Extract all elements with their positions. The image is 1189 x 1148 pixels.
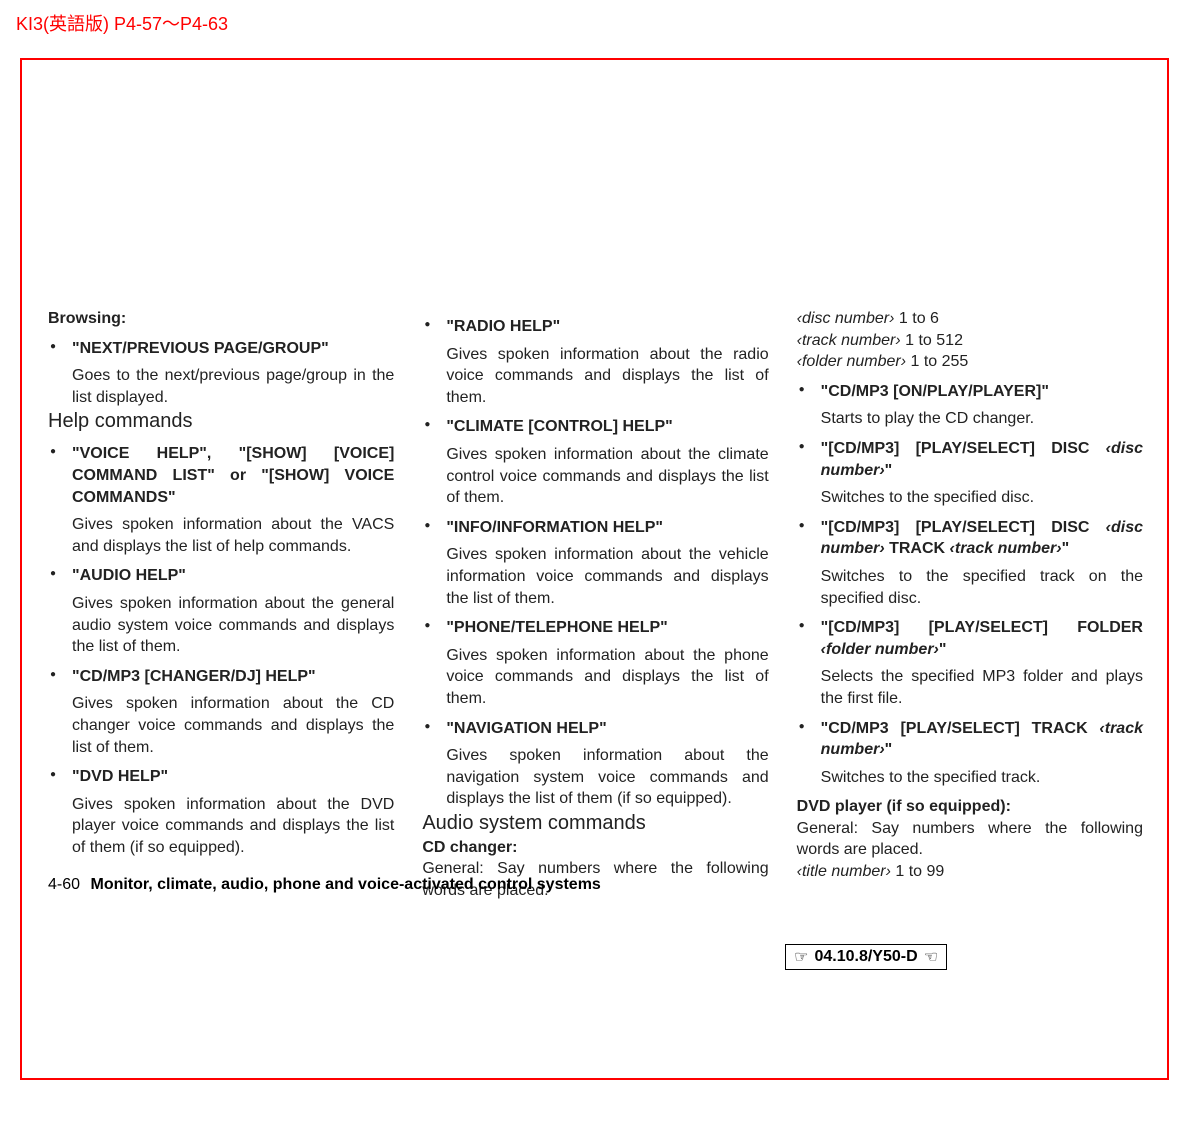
command-text: "[CD/MP3] [PLAY/SELECT] FOLDER ‹folder n… [821, 619, 1143, 658]
cmd-seg: " [939, 641, 947, 658]
page-footer: 4-60 Monitor, climate, audio, phone and … [48, 876, 601, 894]
page-number: 4-60 [48, 876, 80, 893]
cd-changer-heading: CD changer: [422, 837, 768, 859]
param-range: 1 to 512 [901, 332, 963, 349]
audio-commands-heading: Audio system commands [422, 810, 768, 837]
command-text: "AUDIO HELP" [72, 567, 186, 584]
cmd-seg: "[CD/MP3] [PLAY/SELECT] DISC [821, 519, 1106, 536]
column-1: Browsing: "NEXT/PREVIOUS PAGE/GROUP" Goe… [48, 308, 394, 902]
page-frame: Browsing: "NEXT/PREVIOUS PAGE/GROUP" Goe… [20, 58, 1169, 1080]
command-text: "VOICE HELP", "[SHOW] [VOICE] COMMAND LI… [72, 445, 394, 505]
stamp-text: 04.10.8/Y50-D [814, 948, 917, 966]
source-range-label: KI3(英語版) P4-57〜P4-63 [16, 10, 228, 36]
command-desc: Switches to the specified track. [821, 767, 1143, 789]
list-item: "DVD HELP" Gives spoken information abou… [48, 766, 394, 858]
command-desc: Switches to the specified track on the s… [821, 566, 1143, 609]
list-item: "[CD/MP3] [PLAY/SELECT] DISC ‹disc numbe… [797, 517, 1143, 609]
list-item: "VOICE HELP", "[SHOW] [VOICE] COMMAND LI… [48, 443, 394, 557]
list-item: "CD/MP3 [PLAY/SELECT] TRACK ‹track numbe… [797, 718, 1143, 789]
dvd-general-note: General: Say numbers where the following… [797, 818, 1143, 861]
date-code-stamp: ☞ 04.10.8/Y50-D ☜ [785, 944, 947, 970]
cmd-seg: "[CD/MP3] [PLAY/SELECT] DISC [821, 440, 1106, 457]
command-text: "PHONE/TELEPHONE HELP" [446, 619, 667, 636]
command-desc: Switches to the specified disc. [821, 487, 1143, 509]
list-item: "CD/MP3 [ON/PLAY/PLAYER]" Starts to play… [797, 381, 1143, 430]
command-desc: Starts to play the CD changer. [821, 408, 1143, 430]
list-item: "PHONE/TELEPHONE HELP" Gives spoken info… [422, 617, 768, 709]
command-desc: Gives spoken information about the DVD p… [72, 794, 394, 859]
list-item: "INFO/INFORMATION HELP" Gives spoken inf… [422, 517, 768, 609]
command-desc: Gives spoken information about the clima… [446, 444, 768, 509]
cmd-seg: "CD/MP3 [PLAY/SELECT] TRACK [821, 720, 1100, 737]
command-desc: Gives spoken information about the vehic… [446, 544, 768, 609]
command-text: "DVD HELP" [72, 768, 168, 785]
command-text: "[CD/MP3] [PLAY/SELECT] DISC ‹disc numbe… [821, 519, 1143, 558]
param-title: ‹title number› 1 to 99 [797, 861, 1143, 883]
command-text: "CD/MP3 [ON/PLAY/PLAYER]" [821, 383, 1049, 400]
help-commands-heading: Help commands [48, 408, 394, 435]
param-name: ‹folder number› [797, 353, 906, 370]
command-text: "[CD/MP3] [PLAY/SELECT] DISC ‹disc numbe… [821, 440, 1143, 479]
param-track: ‹track number› 1 to 512 [797, 330, 1143, 352]
command-text: "NEXT/PREVIOUS PAGE/GROUP" [72, 340, 329, 357]
column-2: "RADIO HELP" Gives spoken information ab… [422, 308, 768, 902]
content-columns: Browsing: "NEXT/PREVIOUS PAGE/GROUP" Goe… [48, 308, 1143, 902]
command-text: "CLIMATE [CONTROL] HELP" [446, 418, 672, 435]
list-item: "NAVIGATION HELP" Gives spoken informati… [422, 718, 768, 810]
command-desc: Gives spoken information about the phone… [446, 645, 768, 710]
list-item: "CD/MP3 [CHANGER/DJ] HELP" Gives spoken … [48, 666, 394, 758]
param-name: ‹track number› [797, 332, 901, 349]
param-range: 1 to 255 [906, 353, 968, 370]
hand-left-icon: ☜ [924, 947, 938, 967]
command-text: "CD/MP3 [CHANGER/DJ] HELP" [72, 668, 316, 685]
column-3: ‹disc number› 1 to 6 ‹track number› 1 to… [797, 308, 1143, 902]
param-disc: ‹disc number› 1 to 6 [797, 308, 1143, 330]
dvd-heading: DVD player (if so equipped): [797, 796, 1143, 818]
command-desc: Gives spoken information about the radio… [446, 344, 768, 409]
command-text: "RADIO HELP" [446, 318, 560, 335]
footer-title: Monitor, climate, audio, phone and voice… [90, 876, 600, 893]
list-item: "NEXT/PREVIOUS PAGE/GROUP" Goes to the n… [48, 338, 394, 409]
command-desc: Selects the specified MP3 folder and pla… [821, 666, 1143, 709]
cmd-seg: " [1062, 540, 1070, 557]
cmd-param: ‹folder number› [821, 641, 939, 658]
list-item: "CLIMATE [CONTROL] HELP" Gives spoken in… [422, 416, 768, 508]
param-name: ‹disc number› [797, 310, 895, 327]
list-item: "AUDIO HELP" Gives spoken information ab… [48, 565, 394, 657]
cmd-param: ‹track number› [950, 540, 1062, 557]
param-range: 1 to 6 [894, 310, 938, 327]
cmd-seg: "[CD/MP3] [PLAY/SELECT] FOLDER [821, 619, 1143, 636]
cmd-seg: " [885, 741, 893, 758]
command-desc: Gives spoken information about the CD ch… [72, 693, 394, 758]
list-item: "[CD/MP3] [PLAY/SELECT] FOLDER ‹folder n… [797, 617, 1143, 709]
command-text: "NAVIGATION HELP" [446, 720, 606, 737]
hand-right-icon: ☞ [794, 947, 808, 967]
command-desc: Gives spoken information about the VACS … [72, 514, 394, 557]
command-desc: Gives spoken information about the navig… [446, 745, 768, 810]
list-item: "[CD/MP3] [PLAY/SELECT] DISC ‹disc numbe… [797, 438, 1143, 509]
cmd-seg: TRACK [885, 540, 950, 557]
command-desc: Goes to the next/previous page/group in … [72, 365, 394, 408]
command-desc: Gives spoken information about the gener… [72, 593, 394, 658]
list-item: "RADIO HELP" Gives spoken information ab… [422, 316, 768, 408]
browsing-heading: Browsing: [48, 308, 394, 330]
param-name: ‹title number› [797, 863, 891, 880]
param-range: 1 to 99 [891, 863, 944, 880]
cmd-seg: " [885, 462, 893, 479]
param-folder: ‹folder number› 1 to 255 [797, 351, 1143, 373]
command-text: "CD/MP3 [PLAY/SELECT] TRACK ‹track numbe… [821, 720, 1143, 759]
command-text: "INFO/INFORMATION HELP" [446, 519, 663, 536]
